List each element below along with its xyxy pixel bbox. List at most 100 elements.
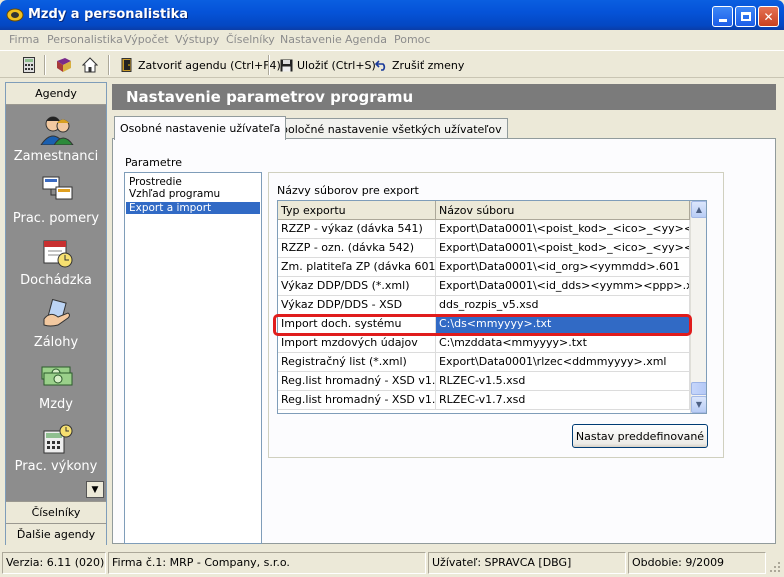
agendas-panel: Zamestnanci Prac. pomery Dochádzka Záloh… (6, 105, 106, 501)
cell-file-name[interactable]: RLZEC-v1.5.xsd (436, 372, 690, 390)
cell-export-type: Registračný list (*.xml) (278, 353, 436, 371)
books-button[interactable] (53, 55, 75, 75)
cell-file-name[interactable]: Export\Data0001\rlzec<ddmmyyyy>.xml (436, 353, 690, 371)
agenda-label-attendance: Dochádzka (20, 273, 92, 288)
home-button[interactable] (79, 55, 101, 75)
minimize-button[interactable] (712, 6, 733, 27)
param-item-appearance[interactable]: Vzhľad programu (126, 188, 260, 200)
agenda-item-work-output[interactable]: Prac. výkony (6, 419, 106, 481)
status-period: Obdobie: 9/2009 (628, 552, 766, 574)
menu-personalistika[interactable]: Personalistika (47, 33, 123, 46)
cell-file-name[interactable]: dds_rozpis_v5.xsd (436, 296, 690, 314)
attendance-icon (43, 240, 73, 268)
table-row[interactable]: Registračný list (*.xml) Export\Data0001… (278, 353, 690, 372)
parameters-label: Parametre (125, 156, 182, 169)
agenda-item-advances[interactable]: Zálohy (6, 295, 106, 357)
cell-file-name[interactable]: Export\Data0001\<id_dds><yymm><ppp>.xml (436, 277, 690, 295)
page-title: Nastavenie parametrov programu (126, 88, 414, 106)
parameters-list: Prostredie Vzhľad programu Export a impo… (124, 172, 262, 544)
codebooks-button[interactable]: Číselníky (6, 501, 106, 523)
table-row[interactable]: Reg.list hromadný - XSD v1.5 RLZEC-v1.5.… (278, 372, 690, 391)
maximize-icon (740, 12, 751, 21)
table-vertical-scrollbar[interactable]: ▲ ▼ (690, 201, 706, 413)
cell-export-type: Výkaz DDP/DDS - XSD (278, 296, 436, 314)
menu-ciselniky[interactable]: Číselníky (226, 33, 275, 46)
menu-vystupy[interactable]: Výstupy (175, 33, 219, 46)
table-row[interactable]: Zm. platiteľa ZP (dávka 601) Export\Data… (278, 258, 690, 277)
toolbar-separator (108, 55, 110, 75)
status-version: Verzia: 6.11 (020) (2, 552, 106, 574)
table-header: Typ exportu Názov súboru (278, 201, 690, 220)
calculator-icon (23, 57, 35, 73)
cell-export-type: Zm. platiteľa ZP (dávka 601) (278, 258, 436, 276)
cell-file-name[interactable]: Export\Data0001\<id_org><yymmdd>.601 (436, 258, 690, 276)
cell-file-name[interactable]: Export\Data0001\<poist_kod>_<ico>_<yy><d… (436, 239, 690, 257)
tab-shared-settings[interactable]: Spoločné nastavenie všetkých užívateľov (268, 118, 508, 140)
sidebar-scroll-down-button[interactable]: ▼ (86, 481, 104, 498)
menu-agenda[interactable]: Agenda (345, 33, 387, 46)
cell-export-type: Výkaz DDP/DDS (*.xml) (278, 277, 436, 295)
agendas-header[interactable]: Agendy (6, 83, 106, 105)
more-agendas-button[interactable]: Ďalšie agendy (6, 523, 106, 545)
scroll-down-button[interactable]: ▼ (691, 396, 706, 413)
close-button[interactable]: ✕ (758, 6, 779, 27)
column-header-file-name[interactable]: Názov súboru (436, 201, 690, 220)
menu-bar: Firma Personalistika Výpočet Výstupy Čís… (0, 30, 784, 49)
cell-file-name[interactable]: C:\mzddata<mmyyyy>.txt (436, 334, 690, 352)
work-relations-icon (42, 176, 73, 200)
scrollbar-thumb[interactable] (691, 382, 706, 395)
toolbar-separator (268, 55, 270, 75)
agenda-item-employees[interactable]: Zamestnanci (6, 109, 106, 171)
toolbar: Zatvoriť agendu (Ctrl+F4) Uložiť (Ctrl+S… (0, 50, 784, 78)
window-title: Mzdy a personalistika (28, 7, 189, 22)
agenda-label-wages: Mzdy (39, 397, 73, 412)
undo-changes-label: Zrušiť zmeny (392, 58, 465, 72)
menu-nastavenie[interactable]: Nastavenie (280, 33, 342, 46)
param-item-export-import[interactable]: Export a import (126, 202, 260, 214)
export-files-table: Typ exportu Názov súboru RZZP - výkaz (d… (277, 200, 707, 414)
close-agenda-label: Zatvoriť agendu (Ctrl+F4) (138, 58, 281, 72)
table-row[interactable]: Reg.list hromadný - XSD v1.7 RLZEC-v1.7.… (278, 391, 690, 410)
save-button[interactable]: Uložiť (Ctrl+S) (279, 55, 376, 75)
cell-export-type: RZZP - výkaz (dávka 541) (278, 220, 436, 238)
home-icon (82, 57, 98, 73)
agenda-item-work-relations[interactable]: Prac. pomery (6, 171, 106, 233)
maximize-button[interactable] (735, 6, 756, 27)
param-item-environment[interactable]: Prostredie (126, 176, 260, 188)
scroll-up-button[interactable]: ▲ (691, 201, 706, 218)
set-predefined-button[interactable]: Nastav preddefinované (572, 424, 708, 448)
close-agenda-button[interactable]: Zatvoriť agendu (Ctrl+F4) (120, 55, 281, 75)
table-row[interactable]: Výkaz DDP/DDS - XSD dds_rozpis_v5.xsd (278, 296, 690, 315)
title-bar[interactable]: Mzdy a personalistika ✕ (0, 0, 784, 30)
menu-pomoc[interactable]: Pomoc (394, 33, 430, 46)
menu-vypocet[interactable]: Výpočet (124, 33, 169, 46)
arrow-up-icon: ▲ (695, 205, 703, 214)
selected-row-highlight-box (273, 314, 692, 336)
agenda-item-attendance[interactable]: Dochádzka (6, 233, 106, 295)
agenda-item-wages[interactable]: Mzdy (6, 357, 106, 419)
employees-icon (40, 116, 74, 145)
floppy-disk-icon (279, 58, 293, 72)
calculator-button[interactable] (18, 55, 40, 75)
column-header-export-type[interactable]: Typ exportu (278, 201, 436, 220)
minimize-icon (718, 19, 727, 22)
app-logo-icon (6, 8, 24, 22)
table-row[interactable]: Import mzdových údajov C:\mzddata<mmyyyy… (278, 334, 690, 353)
cell-export-type: RZZP - ozn. (dávka 542) (278, 239, 436, 257)
undo-arrow-icon (374, 58, 388, 72)
advances-icon (43, 299, 70, 327)
resize-grip-icon[interactable] (768, 560, 781, 573)
cell-file-name[interactable]: Export\Data0001\<poist_kod>_<ico>_<yy><d… (436, 220, 690, 238)
door-icon (120, 58, 134, 72)
table-row[interactable]: Výkaz DDP/DDS (*.xml) Export\Data0001\<i… (278, 277, 690, 296)
toolbar-separator (44, 55, 46, 75)
status-user: Užívateľ: SPRAVCA [DBG] (428, 552, 626, 574)
undo-changes-button[interactable]: Zrušiť zmeny (374, 55, 464, 75)
books-icon (57, 58, 71, 72)
cell-file-name[interactable]: RLZEC-v1.7.xsd (436, 391, 690, 409)
menu-firma[interactable]: Firma (9, 33, 39, 46)
tab-personal-settings[interactable]: Osobné nastavenie užívateľa (114, 116, 287, 140)
cell-export-type: Reg.list hromadný - XSD v1.5 (278, 372, 436, 390)
table-row[interactable]: RZZP - výkaz (dávka 541) Export\Data0001… (278, 220, 690, 239)
table-row[interactable]: RZZP - ozn. (dávka 542) Export\Data0001\… (278, 239, 690, 258)
